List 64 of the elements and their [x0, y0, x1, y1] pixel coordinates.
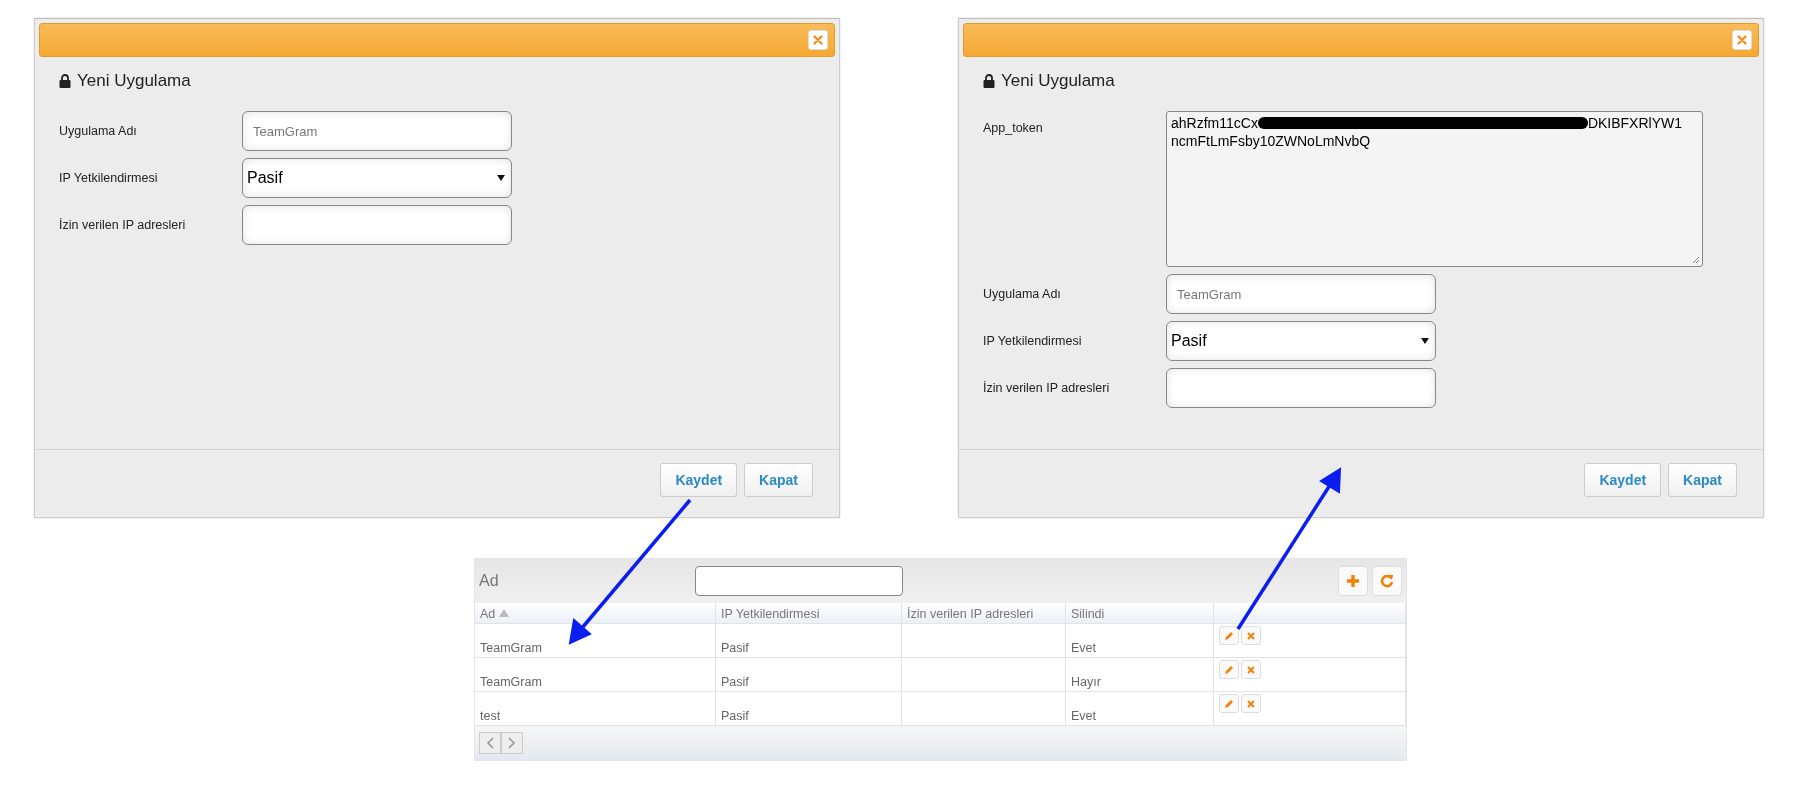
edit-button[interactable] — [1219, 660, 1239, 679]
search-field[interactable] — [695, 566, 903, 596]
dialog-button[interactable]: Kaydet — [1584, 463, 1662, 497]
column-header[interactable]: IP Yetkilendirmesi — [715, 603, 902, 624]
table-cell: test — [480, 709, 501, 723]
x-icon — [1247, 665, 1255, 674]
table-cell: Evet — [1071, 641, 1096, 655]
table-cell: Pasif — [721, 709, 749, 723]
plus-icon — [1346, 574, 1360, 588]
field-label: Uygulama Adı — [59, 124, 137, 138]
field-label: Uygulama Adı — [983, 287, 1061, 301]
dropdown[interactable]: Pasif — [1166, 321, 1436, 361]
lock-icon — [983, 74, 995, 88]
dialog-title: Yeni Uygulama — [77, 71, 191, 91]
pencil-icon — [1224, 698, 1234, 709]
field-label: İzin verilen IP adresleri — [59, 218, 186, 232]
delete-button[interactable] — [1241, 694, 1261, 713]
table-cell: TeamGram — [480, 675, 542, 689]
table-cell: Evet — [1071, 709, 1096, 723]
dialog-button[interactable]: Kapat — [744, 463, 813, 497]
add-button[interactable] — [1338, 566, 1368, 596]
close-button[interactable] — [1732, 30, 1752, 50]
chevron-left-icon — [486, 737, 494, 749]
token-textarea[interactable]: ahRzfm11cCx DKIBFXRlYW1 ncmFtLmFsby10ZWNoLmNvbQ — [1166, 111, 1703, 267]
previous-page-button[interactable] — [479, 732, 501, 754]
dropdown-caret-icon — [497, 175, 505, 181]
text-field[interactable]: TeamGram — [1166, 274, 1436, 314]
delete-button[interactable] — [1241, 626, 1261, 645]
column-header[interactable]: Ad — [475, 603, 716, 624]
column-header[interactable]: Silindi — [1065, 603, 1214, 624]
dialog-button[interactable]: Kaydet — [660, 463, 738, 497]
close-button[interactable] — [808, 30, 828, 50]
table-cell: Pasif — [721, 641, 749, 655]
text-field[interactable] — [242, 205, 512, 245]
edit-button[interactable] — [1219, 626, 1239, 645]
refresh-button[interactable] — [1372, 566, 1402, 596]
column-header[interactable]: İzin verilen IP adresleri — [901, 603, 1066, 624]
refresh-icon — [1380, 574, 1394, 588]
grid-title: Ad — [479, 572, 500, 590]
field-label: İzin verilen IP adresleri — [983, 381, 1110, 395]
x-icon — [1247, 699, 1255, 708]
next-page-button[interactable] — [501, 732, 523, 754]
close-icon — [813, 35, 823, 45]
field-label: App_token — [983, 120, 1043, 135]
table-cell: Hayır — [1071, 675, 1101, 689]
table-cell: TeamGram — [480, 641, 542, 655]
text-field[interactable] — [1166, 368, 1436, 408]
pencil-icon — [1224, 664, 1234, 675]
field-label: IP Yetkilendirmesi — [59, 171, 158, 185]
x-icon — [1247, 631, 1255, 640]
chevron-right-icon — [508, 737, 516, 749]
text-field[interactable]: TeamGram — [242, 111, 512, 151]
edit-button[interactable] — [1219, 694, 1239, 713]
pencil-icon — [1224, 630, 1234, 641]
dialog-button[interactable]: Kapat — [1668, 463, 1737, 497]
delete-button[interactable] — [1241, 660, 1261, 679]
dropdown-caret-icon — [1421, 338, 1429, 344]
resize-grip-icon — [1691, 255, 1700, 264]
dropdown[interactable]: Pasif — [242, 158, 512, 198]
close-icon — [1737, 35, 1747, 45]
table-cell: Pasif — [721, 675, 749, 689]
dialog-title: Yeni Uygulama — [1001, 71, 1115, 91]
lock-icon — [59, 74, 71, 88]
field-label: IP Yetkilendirmesi — [983, 334, 1082, 348]
